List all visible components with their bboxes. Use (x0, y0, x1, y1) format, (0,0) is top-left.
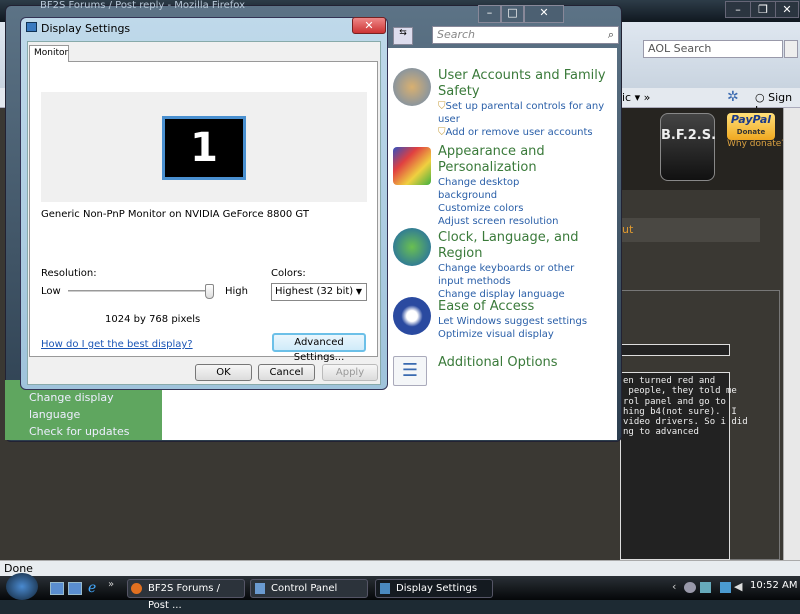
donate-label: Donate (736, 128, 766, 136)
category-link[interactable]: Change keyboards or other input methods (438, 262, 598, 288)
checklist-icon: ☰ (393, 356, 427, 386)
monitor-description: Generic Non-PnP Monitor on NVIDIA GeForc… (41, 209, 309, 220)
apply-button[interactable]: Apply (322, 364, 378, 381)
control-panel-icon (255, 583, 265, 594)
users-icon (393, 68, 431, 106)
category-title[interactable]: Additional Options (438, 355, 613, 371)
tray-app-icon[interactable] (700, 582, 711, 593)
network-icon[interactable] (720, 582, 731, 593)
category-link[interactable]: Customize colors (438, 202, 568, 215)
resolution-slider-track[interactable] (68, 290, 211, 292)
quicklaunch-more[interactable]: » (108, 579, 114, 590)
tray-expand-icon[interactable]: ‹ (672, 580, 676, 593)
shield-icon: ⛉ (438, 127, 446, 138)
paypal-donate-button[interactable]: PayPal Donate (727, 113, 775, 140)
display-settings-icon (26, 22, 37, 32)
category-title[interactable]: Clock, Language, and Region (438, 230, 598, 262)
search-placeholder: Search (437, 28, 476, 41)
taskbar-item-display-settings[interactable]: Display Settings (375, 579, 493, 598)
sidebar-link-updates[interactable]: Check for updates (29, 423, 162, 440)
category-additional-options: Additional Options (438, 355, 613, 371)
search-icon: ⌕ (607, 28, 614, 41)
cp-maximize-button[interactable]: □ (501, 5, 524, 23)
page-scrollbar[interactable] (783, 108, 800, 560)
appearance-icon (393, 147, 431, 185)
best-display-help-link[interactable]: How do I get the best display? (41, 339, 193, 350)
display-settings-icon (380, 583, 390, 594)
internet-explorer-icon[interactable]: ℯ (88, 580, 96, 596)
taskbar-item-control-panel[interactable]: Control Panel (250, 579, 368, 598)
advanced-settings-button[interactable]: Advanced Settings... (272, 333, 366, 363)
show-desktop-icon[interactable] (50, 582, 64, 595)
category-link[interactable]: Let Windows suggest settings (438, 315, 613, 328)
status-bar: Done (0, 560, 800, 576)
category-clock-language: Clock, Language, and Region Change keybo… (438, 230, 598, 301)
category-link[interactable]: Adjust screen resolution (438, 215, 568, 228)
firefox-window-title: BF2S Forums / Post reply - Mozilla Firef… (40, 0, 246, 11)
subject-input[interactable] (620, 344, 730, 356)
bf2s-logo[interactable]: B.F.2.S. (660, 113, 716, 181)
resolution-slider-thumb[interactable] (205, 284, 214, 299)
category-title[interactable]: Appearance and Personalization (438, 144, 568, 176)
category-ease-of-access: Ease of Access Let Windows suggest setti… (438, 299, 613, 341)
taskbar-item-firefox[interactable]: BF2S Forums / Post ... (127, 579, 245, 611)
high-label: High (225, 286, 248, 297)
cp-minimize-button[interactable]: – (478, 5, 501, 23)
resolution-value: 1024 by 768 pixels (105, 314, 201, 325)
ok-button[interactable]: OK (195, 364, 252, 381)
category-user-accounts: User Accounts and Family Safety ⛉Set up … (438, 68, 613, 139)
colors-select[interactable]: Highest (32 bit) ▼ (271, 283, 367, 301)
category-title[interactable]: Ease of Access (438, 299, 613, 315)
volume-icon[interactable]: ◀ (734, 580, 742, 593)
cp-search-input[interactable]: Search ⌕ (432, 26, 619, 44)
colors-value: Highest (32 bit) (275, 286, 354, 297)
minimize-button[interactable]: – (725, 1, 751, 18)
category-link[interactable]: ⛉Set up parental controls for any user (438, 100, 613, 126)
cancel-button[interactable]: Cancel (258, 364, 315, 381)
forum-panel: ut (600, 218, 760, 242)
monitor-1-icon[interactable]: 1 (162, 116, 246, 180)
category-link[interactable]: Change desktop background (438, 176, 568, 202)
sidebar-link-display-language[interactable]: Change display language (29, 389, 162, 423)
refresh-icon[interactable]: ⇆ (393, 27, 413, 45)
category-appearance: Appearance and Personalization Change de… (438, 144, 568, 228)
start-button[interactable] (6, 573, 38, 600)
category-link[interactable]: ⛉Add or remove user accounts (438, 126, 613, 139)
category-link[interactable]: Optimize visual display (438, 328, 613, 341)
paypal-label: PayPal (730, 113, 772, 126)
why-donate-link[interactable]: Why donate? (727, 139, 786, 149)
category-title[interactable]: User Accounts and Family Safety (438, 68, 613, 100)
globe-clock-icon (393, 228, 431, 266)
switch-windows-icon[interactable] (68, 582, 82, 595)
shield-icon: ⛉ (438, 101, 446, 112)
gear-icon[interactable]: ✲ (727, 89, 739, 105)
dialog-close-button[interactable]: ✕ (352, 17, 386, 34)
post-textarea[interactable]: en turned red and people, they told me r… (620, 372, 748, 560)
firefox-icon (131, 583, 142, 594)
close-button[interactable]: ✕ (775, 1, 799, 18)
tray-app-icon[interactable] (684, 582, 696, 593)
clock[interactable]: 10:52 AM (750, 580, 797, 591)
low-label: Low (41, 286, 61, 297)
colors-label: Colors: (271, 268, 306, 279)
dialog-title: Display Settings (41, 22, 131, 35)
search-go-icon[interactable] (784, 40, 798, 58)
resolution-label: Resolution: (41, 268, 97, 279)
chevron-down-icon: ▼ (355, 287, 362, 296)
bookmark-overflow[interactable]: ic ▾ » (622, 91, 650, 104)
aol-search-input[interactable]: AOL Search (643, 40, 783, 58)
cp-close-button[interactable]: ✕ (524, 5, 564, 23)
tab-monitor[interactable]: Monitor (29, 45, 69, 62)
ease-of-access-icon (393, 297, 431, 335)
restore-button[interactable]: ❐ (750, 1, 776, 18)
